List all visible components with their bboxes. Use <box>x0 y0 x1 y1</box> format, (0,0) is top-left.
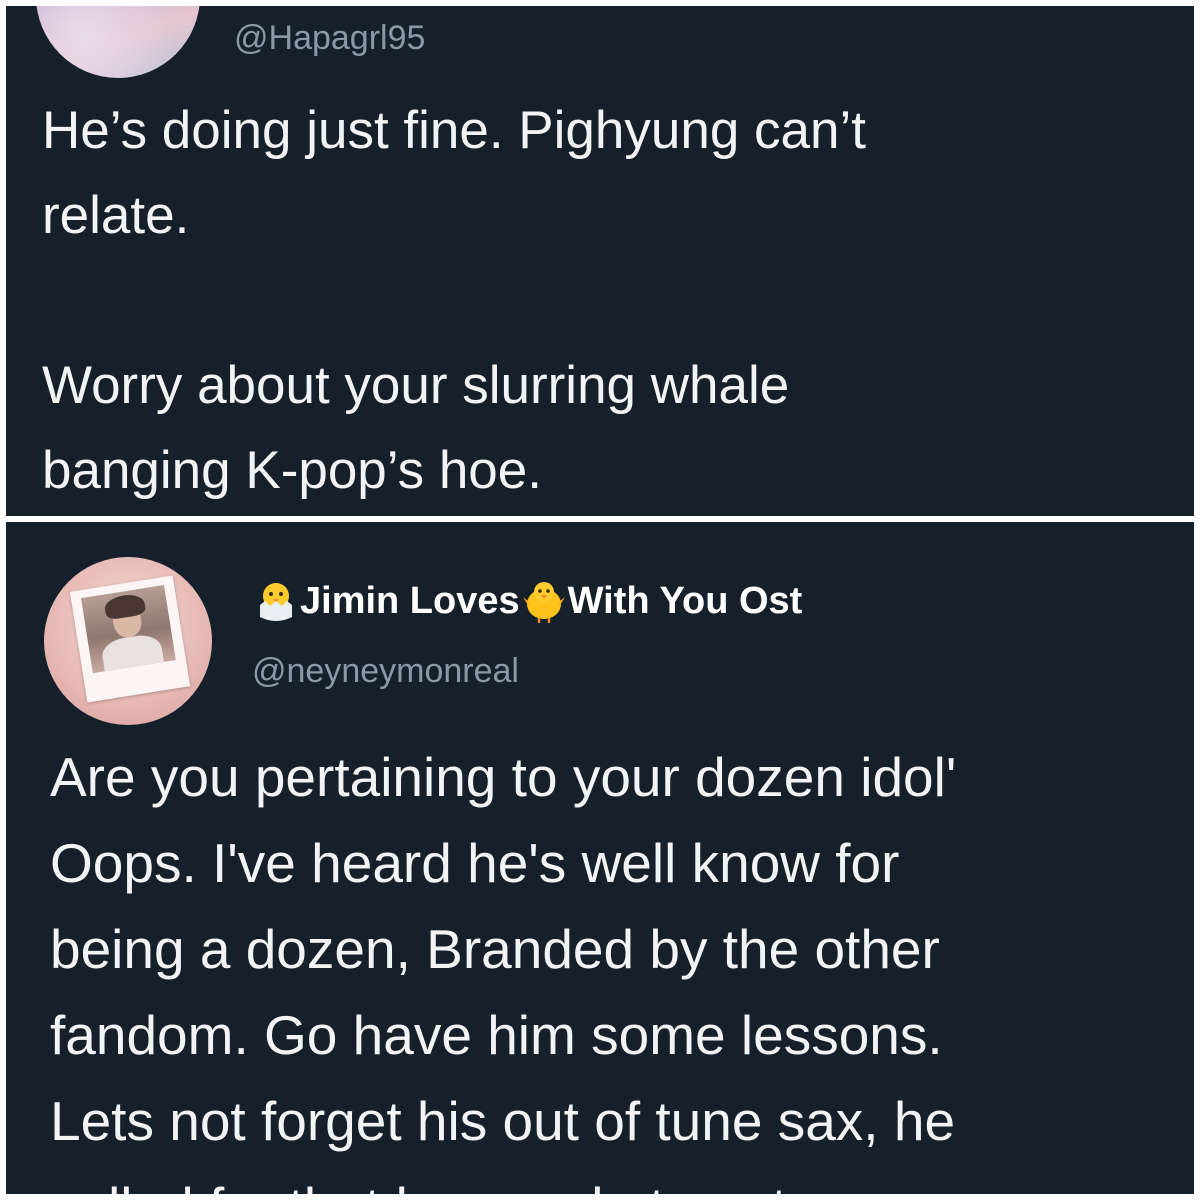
tweet-text-line: Worry about your slurring whale <box>42 356 790 415</box>
tweet-text-line: relate. <box>42 186 190 245</box>
avatar[interactable] <box>44 557 212 725</box>
user-handle[interactable]: @Hapagrl95 <box>234 19 425 58</box>
display-name[interactable]: Jimin Loves With You Ost <box>252 576 802 626</box>
tweet-text-line: fandom. Go have him some lessons. <box>50 1004 943 1066</box>
avatar[interactable] <box>36 6 200 78</box>
tweet-text-line: banging K-pop’s hoe. <box>42 441 542 500</box>
display-name-part-2: With You Ost <box>567 579 803 622</box>
display-name-part-1: Jimin Loves <box>300 579 520 622</box>
user-handle[interactable]: @neyneymonreal <box>252 652 519 691</box>
tweet-panel-top: @Hapagrl95 He’s doing just fine. Pighyun… <box>6 6 1194 516</box>
portrait-body <box>100 632 166 674</box>
tweet-text-line: He’s doing just fine. Pighyung can’t <box>42 101 866 160</box>
tweet-text-line: Lets not forget his out of tune sax, he <box>50 1090 956 1152</box>
tweet-text-line: Oops. I've heard he's well know for <box>50 832 900 894</box>
portrait-image <box>81 585 176 674</box>
tweet-text-line: yelled for that huge sale to get <box>50 1164 787 1194</box>
tweet-text-line: Are you pertaining to your dozen idol' <box>50 746 957 808</box>
tweet-text-line: being a dozen, Branded by the other <box>50 918 940 980</box>
polaroid-photo <box>69 575 191 703</box>
hatching-chick-icon <box>260 583 292 621</box>
chick-icon <box>522 582 565 623</box>
